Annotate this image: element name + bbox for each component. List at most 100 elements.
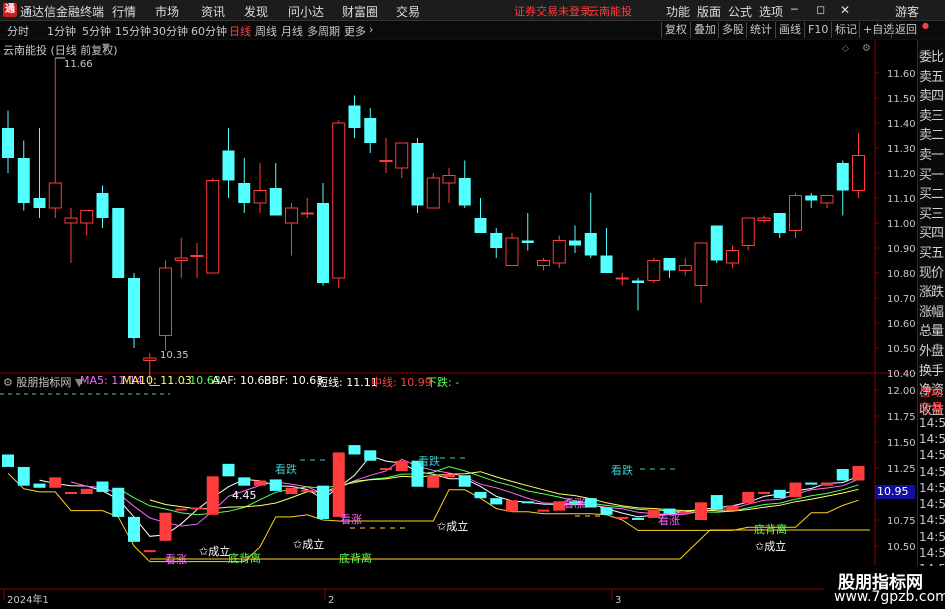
candles [2,57,865,386]
restore-rights-button[interactable]: 复权 [661,22,687,38]
annot-di-bei-li-1: 底背离 [228,551,261,565]
candle-body-down [663,258,676,271]
side-panel-item[interactable]: 现价 [919,262,945,281]
candle-body-up [64,217,78,224]
side-panel-tab[interactable]: 交易 [919,399,945,416]
ind-ma5-line [70,458,859,527]
side-panel-item[interactable]: 外盘 [919,340,945,359]
ind-bar-up [332,452,345,517]
mark-button[interactable]: 标记 [831,22,857,38]
period-intraday[interactable]: 分时 [7,23,29,39]
kline-chart[interactable]: 11.60 11.50 11.40 11.30 11.20 11.10 11.00 10.90… [0,40,917,609]
overlay-button[interactable]: 叠加 [690,22,716,38]
menu-trade[interactable]: 交易 [396,3,420,20]
period-60min[interactable]: 60分钟 [191,23,227,39]
side-panel-item[interactable]: 买五 [919,242,945,261]
ind-bar-up [443,474,455,478]
chevron-right-icon[interactable]: › [369,23,373,36]
back-button[interactable]: 返回 [891,22,917,38]
ind-bar-down [96,481,109,492]
side-panel-item[interactable]: 卖四 [919,85,945,104]
ind-bar-down [521,501,534,504]
period-15min[interactable]: 15分钟 [115,23,151,39]
side-panel-item[interactable]: 涨跌 [919,281,945,300]
candle-body-up [552,240,566,264]
candle-body-down [411,143,424,206]
ind-bar-down [33,483,46,488]
side-panel-item[interactable]: 委比 [919,46,945,65]
menu-functions[interactable]: 功能 [666,3,690,20]
tick-time: 14:56 [919,546,945,560]
menu-market[interactable]: 市场 [155,3,179,20]
maximize-icon[interactable]: ◻ [816,3,825,16]
period-30min[interactable]: 30分钟 [152,23,188,39]
period-daily[interactable]: 日线 [229,23,251,39]
menu-wealth-circle[interactable]: 财富圈 [342,3,378,20]
side-panel-item[interactable]: 买三 [919,203,945,222]
candle-body-down [364,118,377,143]
side-panel-item[interactable]: 涨幅 [919,301,945,320]
guest-login[interactable]: 游客 [895,3,919,20]
y-tick-label: 10.50 [887,344,916,355]
ind-bar-down [773,489,786,499]
tick-time: 14:56 [919,480,945,495]
ind-bar-down [458,475,471,487]
draw-line-button[interactable]: 画线 [775,22,801,38]
candle-body-up [190,255,204,257]
side-panel-item[interactable]: 买二 [919,183,945,202]
candle-body-down [632,280,644,283]
annot-kan-die-2: 看跌 [418,454,440,468]
candle-body-up [741,217,755,246]
minimize-icon[interactable]: ─ [791,3,798,16]
ind-bar-up [852,465,865,481]
annot-di-bei-li-3: 底背离 [754,522,787,536]
statistics-button[interactable]: 统计 [746,22,772,38]
y-tick-label: 11.00 [887,219,916,230]
multi-stock-button[interactable]: 多股 [718,22,744,38]
add-watchlist-button[interactable]: +自选 [859,22,894,38]
menu-formula[interactable]: 公式 [728,3,752,20]
candle-body-up [253,190,267,204]
menu-quotes[interactable]: 行情 [112,3,136,20]
side-panel-item[interactable]: 卖三 [919,105,945,124]
candle-body-up [379,160,393,162]
gear-icon[interactable]: ⚙ [3,376,13,389]
ind-y-tick-label: 10.50 [887,542,916,553]
side-panel-item[interactable]: 总量 [919,320,945,339]
period-monthly[interactable]: 月线 [281,23,303,39]
trade-login-warning[interactable]: 证券交易未登录 [514,3,591,19]
f10-button[interactable]: F10 [804,22,828,38]
period-multi[interactable]: 多周期 [307,23,340,39]
high-price-label: 11.66 [64,59,93,70]
annot-di-bei-li-2: 底背离 [339,551,372,565]
menu-ask-assistant[interactable]: 问小达 [288,3,324,20]
tick-time: 14:56 [919,497,945,512]
menu-discover[interactable]: 发现 [244,3,268,20]
period-weekly[interactable]: 周线 [255,23,277,39]
side-panel-item[interactable]: 卖五 [919,66,945,85]
ind-bar-down [112,487,125,517]
side-panel-item[interactable]: 买四 [919,222,945,241]
menu-news[interactable]: 资讯 [201,3,225,20]
candle-body-up [694,242,708,286]
collapse-icon[interactable]: ◇ [842,44,849,54]
period-1min[interactable]: 1分钟 [47,23,76,39]
legend-aaf: AAF: 10.63 [212,374,272,387]
close-icon[interactable]: ✕ [840,3,850,17]
settings-icon[interactable]: ⚙ [862,43,871,54]
ind-bar-up [789,482,802,498]
side-panel-item[interactable]: 买一 [919,164,945,183]
watermark-url: www.7gpzb.com [834,589,945,605]
annot-kan-zhang-2: 看涨 [340,512,362,526]
menu-options[interactable]: 选项 [759,3,783,20]
menu-layout[interactable]: 版面 [697,3,721,20]
date-axis: 2024年1 2 3 [3,589,621,606]
side-panel-item[interactable]: 卖一 [919,144,945,163]
candle-body-up [820,195,834,204]
side-panel-item[interactable]: 卖二 [919,124,945,143]
side-panel-tab[interactable]: 自动 [919,383,945,400]
period-more[interactable]: 更多 [344,23,366,39]
ind-bar-up [726,505,739,511]
period-5min[interactable]: 5分钟 [82,23,111,39]
dropdown-icon[interactable]: ▼ [102,42,110,53]
